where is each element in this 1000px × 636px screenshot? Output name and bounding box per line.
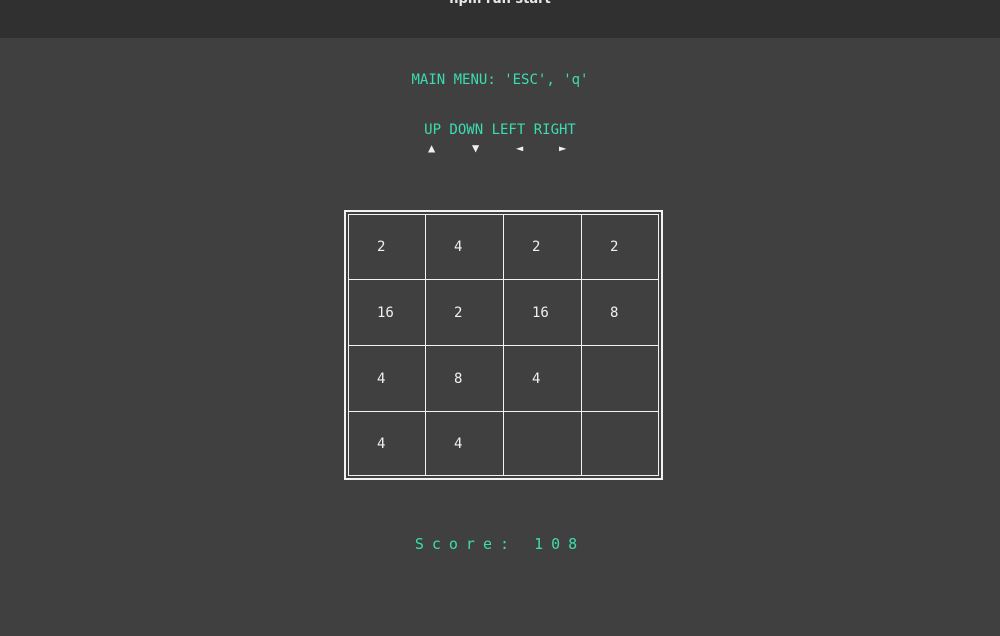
tile-r4-c1: 4 <box>349 412 426 475</box>
tile-r1-c1: 2 <box>349 215 426 280</box>
tile-r2-c3: 16 <box>504 280 582 346</box>
arrow-up-icon: ▲ <box>428 141 436 155</box>
score-value: 108 <box>534 535 586 553</box>
arrow-left-icon: ◄ <box>516 141 524 155</box>
tile-r2-c1: 16 <box>349 280 426 346</box>
tile-r4-c2: 4 <box>426 412 504 475</box>
controls-arrows: ▲ ▼ ◄ ► <box>424 141 584 155</box>
game-board: 2 4 2 2 16 2 16 8 4 8 4 4 4 <box>344 210 663 480</box>
score-display: Score: 108 <box>0 536 1000 552</box>
main-menu-hint: MAIN MENU: 'ESC', 'q' <box>411 72 589 88</box>
window-titlebar: npm run start <box>0 0 1000 38</box>
score-label: Score: <box>414 535 518 553</box>
tile-r1-c4: 2 <box>582 215 658 280</box>
arrow-down-icon: ▼ <box>472 141 480 155</box>
tile-r4-c3 <box>504 412 582 475</box>
tile-r3-c2: 8 <box>426 346 504 412</box>
tile-r2-c4: 8 <box>582 280 658 346</box>
tile-grid: 2 4 2 2 16 2 16 8 4 8 4 4 4 <box>349 215 658 475</box>
controls-label: UP DOWN LEFT RIGHT <box>424 122 576 138</box>
tile-r3-c1: 4 <box>349 346 426 412</box>
tile-r2-c2: 2 <box>426 280 504 346</box>
tile-r3-c3: 4 <box>504 346 582 412</box>
arrow-right-icon: ► <box>559 141 567 155</box>
tile-r1-c3: 2 <box>504 215 582 280</box>
tile-r4-c4 <box>582 412 658 475</box>
tile-r1-c2: 4 <box>426 215 504 280</box>
game-board-inner-frame: 2 4 2 2 16 2 16 8 4 8 4 4 4 <box>348 214 659 476</box>
window-title: npm run start <box>0 0 1000 8</box>
tile-r3-c4 <box>582 346 658 412</box>
